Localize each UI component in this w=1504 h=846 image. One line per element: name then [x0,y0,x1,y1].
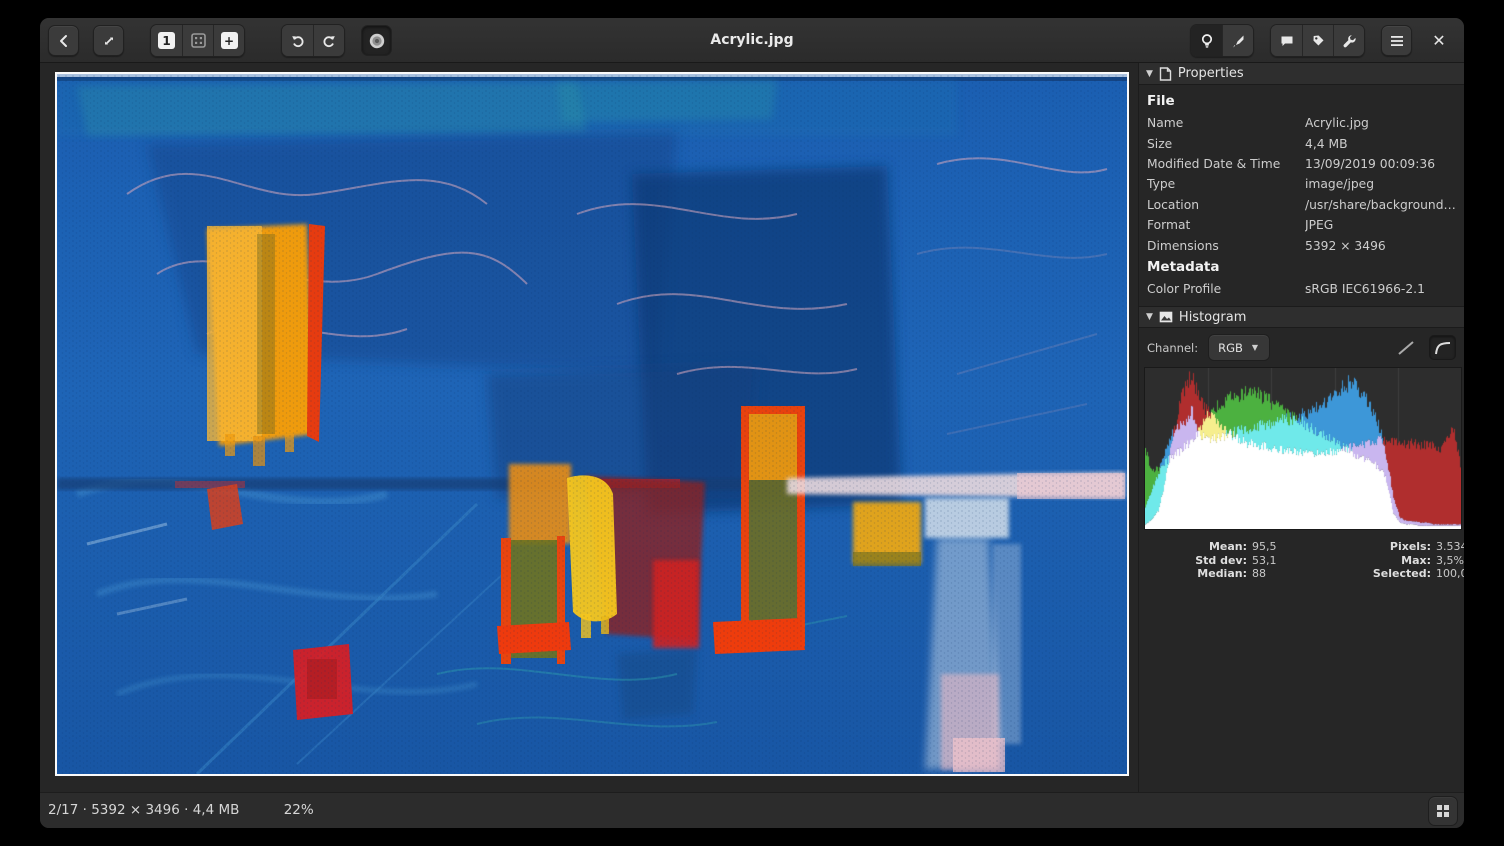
hamburger-icon [1390,35,1404,47]
stat-label: Median: [1147,567,1247,581]
zoom-controls: 1 + [150,24,245,57]
stat-value: 3.534.456 [1436,540,1464,554]
stat-label: Pixels: [1319,540,1431,554]
rotate-left-icon [290,33,306,49]
separator: · [83,802,87,818]
histogram-canvas [1145,368,1461,529]
stat-label: Selected: [1319,567,1431,581]
toolbar-left: 1 + [48,25,392,56]
zoom-original-button[interactable]: 1 [151,25,182,56]
comment-icon [1279,33,1295,49]
stat-value: 53,1 [1252,554,1314,568]
view-mode-controls [1190,24,1254,57]
paint-canvas-texture [57,74,1127,774]
stat-value: 95,5 [1252,540,1314,554]
image-dimensions: 5392 × 3496 [91,802,180,818]
image-icon [1159,311,1173,323]
histogram-stats: Mean: 95,5 Pixels: 3.534.456 Std dev: 53… [1147,540,1464,581]
zoom-original-icon: 1 [158,32,175,49]
property-row: Typeimage/jpeg [1147,174,1456,194]
linear-histogram-button[interactable] [1392,335,1419,360]
property-row: Dimensions5392 × 3496 [1147,235,1456,255]
titlebar[interactable]: Acrylic.jpg 1 + [40,18,1464,63]
grid-icon [1436,804,1450,818]
expand-icon [101,33,117,49]
zoom-in-button[interactable]: + [213,25,244,56]
stat-value: 3,5% [1436,554,1464,568]
rotate-right-icon [321,33,337,49]
linear-scale-icon [1397,340,1415,356]
property-row: Color ProfilesRGB IEC61966-2.1 [1147,279,1456,299]
comment-button[interactable] [1271,25,1302,56]
zoom-in-icon: + [221,32,238,49]
zoom-level: 22% [284,802,314,818]
property-row: Location/usr/share/background… [1147,195,1456,215]
thumbnail-grid-button[interactable] [1428,796,1458,826]
property-row: Size4,4 MB [1147,133,1456,153]
stat-value: 100,0% [1436,567,1464,581]
channel-select[interactable]: RGB ▼ [1208,334,1270,361]
property-row: FormatJPEG [1147,215,1456,235]
rotate-right-button[interactable] [313,25,344,56]
histogram-section-header[interactable]: ▼ Histogram [1139,306,1464,328]
stat-label: Std dev: [1147,554,1247,568]
painting [57,74,1127,774]
rotate-left-button[interactable] [282,25,313,56]
back-button[interactable] [48,25,79,56]
color-adjust-button[interactable] [361,25,392,56]
tag-icon [1310,33,1326,49]
property-row: NameAcrylic.jpg [1147,113,1456,133]
property-row: Modified Date & Time13/09/2019 00:09:36 [1147,154,1456,174]
statusbar: 2/17 · 5392 × 3496 · 4,4 MB 22% [40,792,1464,828]
brush-icon [1230,33,1246,49]
document-icon [1159,67,1172,81]
toolbar-right: ✕ [1190,25,1454,56]
annotation-controls [1270,24,1365,57]
metadata-section-title: Metadata [1147,259,1456,275]
rotate-controls [281,24,345,57]
back-icon [56,33,72,49]
properties-toggle-button[interactable] [1191,25,1222,56]
zoom-fit-button[interactable] [182,25,213,56]
histogram-controls: Channel: RGB ▼ [1139,328,1464,366]
content-area: ▼ Properties File NameAcrylic.jpg Size4,… [40,63,1464,792]
edit-toggle-button[interactable] [1222,25,1253,56]
zoom-fit-icon [190,32,207,49]
color-disc-icon [368,32,386,50]
logarithmic-histogram-button[interactable] [1429,335,1456,360]
separator: · [184,802,188,818]
properties-section-header[interactable]: ▼ Properties [1139,63,1464,85]
image-position: 2/17 [48,802,78,818]
fullscreen-button[interactable] [93,25,124,56]
stat-label: Max: [1319,554,1431,568]
channel-value: RGB [1218,341,1243,355]
chevron-down-icon: ▼ [1252,343,1258,352]
channel-label: Channel: [1147,341,1198,355]
properties-expander-icon: ▼ [1146,69,1153,79]
close-window-button[interactable]: ✕ [1424,26,1454,56]
image-canvas[interactable] [55,72,1129,776]
histogram-chart[interactable] [1144,367,1462,530]
file-properties: File NameAcrylic.jpg Size4,4 MB Modified… [1139,85,1464,306]
tools-button[interactable] [1333,25,1364,56]
properties-panel: ▼ Properties File NameAcrylic.jpg Size4,… [1138,63,1464,792]
histogram-expander-icon: ▼ [1146,312,1153,322]
image-size: 4,4 MB [193,802,240,818]
app-window: Acrylic.jpg 1 + [40,18,1464,828]
stat-label: Mean: [1147,540,1247,554]
histogram-header-label: Histogram [1179,310,1246,325]
image-viewer [40,63,1138,792]
lightbulb-icon [1199,33,1215,49]
stat-value: 88 [1252,567,1314,581]
wrench-icon [1341,33,1357,49]
menu-button[interactable] [1381,25,1412,56]
properties-header-label: Properties [1178,66,1244,81]
tag-button[interactable] [1302,25,1333,56]
log-scale-icon [1434,340,1452,356]
file-section-title: File [1147,93,1456,109]
statusbar-text: 2/17 · 5392 × 3496 · 4,4 MB 22% [40,802,314,818]
